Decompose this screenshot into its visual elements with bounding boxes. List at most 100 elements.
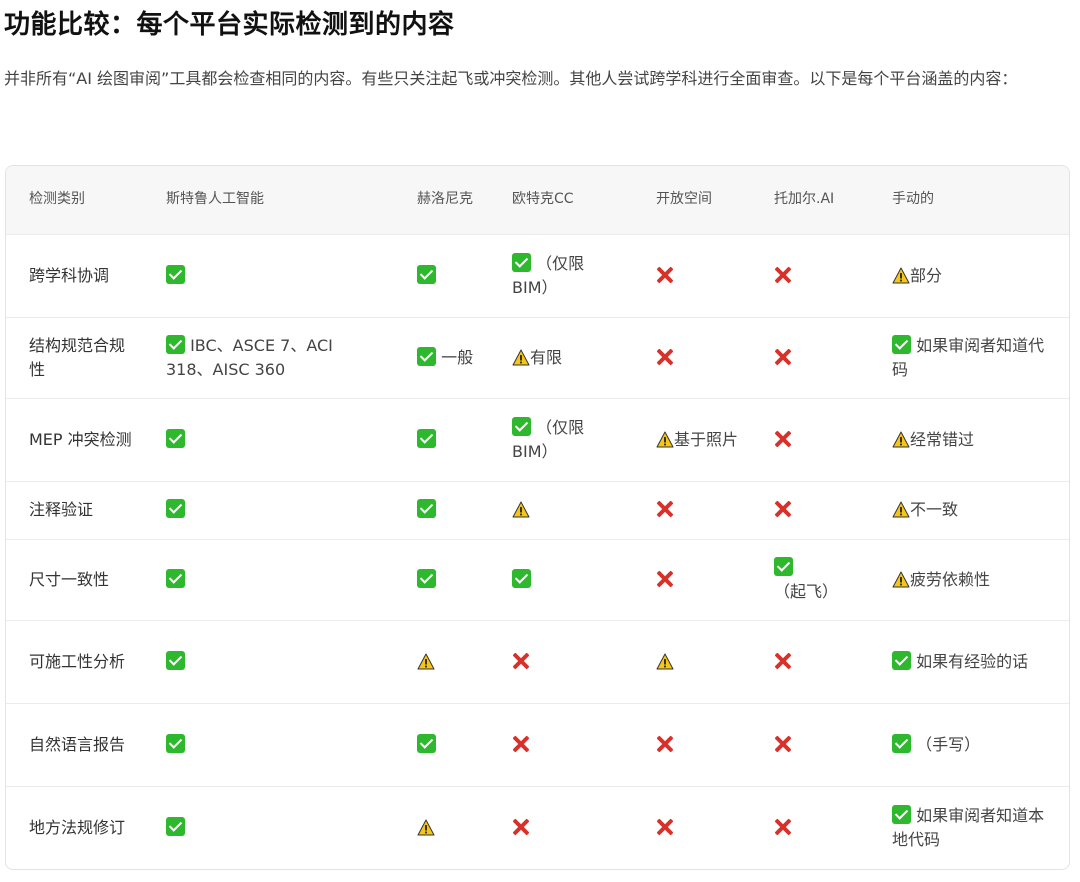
cell-note: 如果有经验的话 xyxy=(911,651,1029,671)
table-cell xyxy=(633,620,751,703)
check-icon xyxy=(417,346,436,366)
cell-note: 经常错过 xyxy=(910,429,975,449)
check-icon xyxy=(892,334,911,354)
table-cell xyxy=(143,481,394,539)
cross-icon xyxy=(656,348,674,366)
comparison-table-card: 检测类别 斯特鲁人工智能 赫洛尼克 欧特克CC 开放空间 托加尔.AI 手动的 跨学科协调 … xyxy=(5,165,1070,870)
cross-icon xyxy=(512,735,530,753)
table-row: 结构规范合规性 IBC、ASCE 7、ACI 318、AISC 360 一般 有限… xyxy=(6,317,1069,398)
table-cell: 不一致 xyxy=(869,481,1069,539)
table-cell: （手写） xyxy=(869,703,1069,786)
row-label: 自然语言报告 xyxy=(29,734,126,754)
warning-icon xyxy=(892,571,910,587)
check-icon xyxy=(512,416,531,436)
table-cell: 部分 xyxy=(869,234,1069,317)
table-cell: IBC、ASCE 7、ACI 318、AISC 360 xyxy=(143,317,394,398)
column-header: 开放空间 xyxy=(656,191,712,208)
table-cell xyxy=(489,481,633,539)
warning-icon xyxy=(656,431,674,447)
check-icon xyxy=(774,556,793,576)
cell-note: 一般 xyxy=(436,347,474,367)
table-cell xyxy=(489,539,633,620)
column-header: 斯特鲁人工智能 xyxy=(166,191,264,208)
cross-icon xyxy=(656,735,674,753)
table-header: 检测类别 斯特鲁人工智能 赫洛尼克 欧特克CC 开放空间 托加尔.AI 手动的 xyxy=(6,166,1069,234)
page-title: 功能比较：每个平台实际检测到的内容 xyxy=(4,10,455,40)
check-icon xyxy=(166,334,185,354)
row-label: 尺寸一致性 xyxy=(29,569,110,589)
table-cell xyxy=(751,481,869,539)
check-icon xyxy=(417,499,436,518)
cell-note: 如果审阅者知道本地代码 xyxy=(892,805,1045,849)
table-cell: 基于照片 xyxy=(633,398,751,481)
table-cell xyxy=(394,620,489,703)
column-header: 手动的 xyxy=(892,191,934,208)
cell-note: （起飞） xyxy=(774,581,839,601)
check-icon xyxy=(512,568,531,588)
table-cell: （仅限 BIM） xyxy=(489,234,633,317)
warning-icon xyxy=(417,819,435,836)
warning-icon xyxy=(892,501,910,518)
table-cell xyxy=(489,786,633,869)
table-cell xyxy=(751,620,869,703)
check-icon xyxy=(417,733,436,753)
warning-icon xyxy=(892,431,910,447)
page: { "title": "功能比较：每个平台实际检测到的内容", "intro":… xyxy=(0,0,1080,882)
comparison-table: 检测类别 斯特鲁人工智能 赫洛尼克 欧特克CC 开放空间 托加尔.AI 手动的 跨学科协调 … xyxy=(6,166,1069,869)
check-icon xyxy=(892,804,911,824)
table-row: 注释验证 不一致 xyxy=(6,481,1069,539)
table-cell: 有限 xyxy=(489,317,633,398)
cell-note: 有限 xyxy=(530,347,563,367)
cell-note: 部分 xyxy=(910,265,943,285)
table-row: 跨学科协调 （仅限 BIM） 部分 xyxy=(6,234,1069,317)
warning-icon xyxy=(512,501,530,518)
table-cell xyxy=(751,703,869,786)
column-header: 检测类别 xyxy=(29,191,85,208)
table-cell xyxy=(633,481,751,539)
cross-icon xyxy=(656,570,674,588)
check-icon xyxy=(417,428,436,448)
cross-icon xyxy=(656,266,674,284)
cross-icon xyxy=(656,818,674,836)
check-icon xyxy=(166,428,185,448)
table-cell xyxy=(751,398,869,481)
check-icon xyxy=(166,568,185,588)
cross-icon xyxy=(774,818,792,836)
table-cell xyxy=(751,234,869,317)
check-icon xyxy=(166,264,185,284)
check-icon xyxy=(166,650,185,670)
table-cell xyxy=(751,786,869,869)
cross-icon xyxy=(774,430,792,448)
table-cell xyxy=(394,481,489,539)
check-icon xyxy=(166,499,185,518)
check-icon xyxy=(512,252,531,272)
check-icon xyxy=(166,733,185,753)
table-row: 地方法规修订 如果审阅者知道本地代码 xyxy=(6,786,1069,869)
table-row: MEP 冲突检测 （仅限 BIM） 基于照片 经常错过 xyxy=(6,398,1069,481)
intro-paragraph: 并非所有“AI 绘图审阅”工具都会检查相同的内容。有些只关注起飞或冲突检测。其他… xyxy=(4,69,1018,88)
row-label: 注释验证 xyxy=(29,500,94,519)
table-cell xyxy=(633,703,751,786)
table-cell: （仅限 BIM） xyxy=(489,398,633,481)
table-cell xyxy=(394,234,489,317)
table-cell xyxy=(143,539,394,620)
cross-icon xyxy=(774,348,792,366)
table-cell xyxy=(394,703,489,786)
check-icon xyxy=(892,733,911,753)
cross-icon xyxy=(774,500,792,518)
cross-icon xyxy=(774,266,792,284)
table-cell: 疲劳依赖性 xyxy=(869,539,1069,620)
table-cell xyxy=(633,317,751,398)
table-row: 可施工性分析 如果有经验的话 xyxy=(6,620,1069,703)
warning-icon xyxy=(512,349,530,365)
column-header: 赫洛尼克 xyxy=(417,191,473,208)
warning-icon xyxy=(417,653,435,669)
table-cell xyxy=(633,786,751,869)
cell-note: 如果审阅者知道代码 xyxy=(892,335,1045,379)
table-row: 自然语言报告 （手写） xyxy=(6,703,1069,786)
check-icon xyxy=(417,264,436,284)
table-cell xyxy=(143,234,394,317)
table-cell xyxy=(143,620,394,703)
table-cell: 如果审阅者知道本地代码 xyxy=(869,786,1069,869)
row-label: 可施工性分析 xyxy=(29,651,126,671)
